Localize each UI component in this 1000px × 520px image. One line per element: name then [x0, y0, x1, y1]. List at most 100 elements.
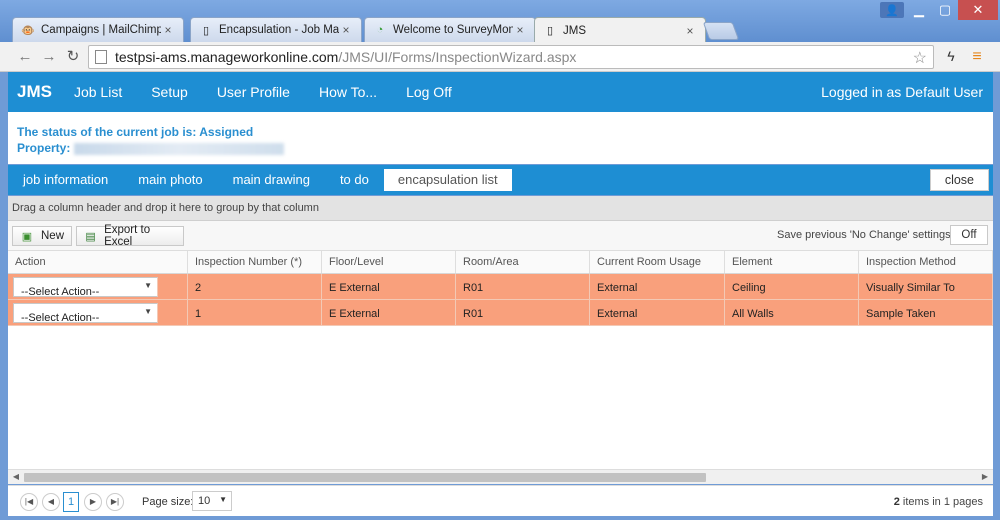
forward-arrow-icon[interactable]: → — [40, 48, 58, 66]
inspection-number-cell: 1 — [188, 300, 322, 325]
room-cell: R01 — [456, 300, 590, 325]
logged-in-user: Logged in as Default User — [821, 84, 983, 100]
action-select[interactable]: --Select Action-- ▼ — [13, 303, 158, 323]
page-number-current[interactable]: 1 — [63, 492, 79, 512]
export-button-label: Export to Excel — [104, 224, 151, 248]
nav-log-off[interactable]: Log Off — [406, 84, 452, 100]
inspection-number-cell: 2 — [188, 274, 322, 299]
tab-job-information[interactable]: job information — [8, 169, 123, 191]
items-count: 2 — [893, 496, 900, 508]
tab-main-photo[interactable]: main photo — [123, 169, 217, 191]
action-select-value: --Select Action-- — [21, 286, 100, 297]
new-button[interactable]: ▣ New — [12, 226, 72, 246]
page-icon: ▯ — [546, 25, 554, 37]
new-button-label: New — [41, 230, 65, 242]
column-header-floor-level[interactable]: Floor/Level — [322, 251, 456, 273]
floor-cell: E External — [322, 274, 456, 299]
browser-tab-encapsulation[interactable]: ▯ Encapsulation - Job Mana × — [190, 17, 362, 42]
grid-header: Action Inspection Number (*) Floor/Level… — [8, 251, 993, 274]
add-record-icon: ▣ — [21, 230, 33, 243]
star-icon[interactable]: ☆ — [913, 48, 927, 68]
scrollbar-thumb[interactable] — [24, 473, 706, 482]
job-status-text: The status of the current job is: Assign… — [17, 125, 254, 139]
usage-cell: External — [590, 274, 725, 299]
column-header-room-area[interactable]: Room/Area — [456, 251, 590, 273]
browser-toolbar: ← → ↻ testpsi-ams.manageworkonline.com/J… — [0, 42, 1000, 72]
lightning-icon[interactable]: ϟ — [942, 48, 960, 64]
items-text: items in 1 pages — [902, 496, 983, 508]
url-path: /JMS/UI/Forms/InspectionWizard.aspx — [338, 49, 577, 65]
close-icon[interactable]: × — [161, 23, 175, 37]
column-header-inspection-number[interactable]: Inspection Number (*) — [188, 251, 322, 273]
app-brand[interactable]: JMS — [17, 82, 52, 102]
url-host: testpsi-ams.manageworkonline.com — [115, 49, 339, 65]
excel-icon: ▤ — [85, 230, 96, 243]
column-header-action[interactable]: Action — [8, 251, 188, 273]
tab-main-drawing[interactable]: main drawing — [218, 169, 325, 191]
browser-tabstrip: 🐵 Campaigns | MailChimp × ▯ Encapsulatio… — [0, 0, 1000, 43]
save-no-change-label: Save previous 'No Change' settings: — [777, 229, 954, 241]
first-page-icon[interactable]: |◀ — [20, 493, 38, 511]
window-frame-bottom — [0, 516, 1000, 520]
reload-icon[interactable]: ↻ — [64, 48, 82, 66]
group-drop-panel[interactable]: Drag a column header and drop it here to… — [8, 196, 993, 221]
user-icon[interactable]: 👤 — [880, 2, 904, 18]
minimize-button[interactable]: ▁ — [906, 0, 932, 20]
tab-encapsulation-list[interactable]: encapsulation list — [383, 169, 512, 191]
nav-setup[interactable]: Setup — [151, 84, 188, 100]
chevron-down-icon: ▼ — [144, 281, 152, 290]
action-cell: --Select Action-- ▼ — [8, 274, 188, 299]
chevron-down-icon: ▼ — [219, 495, 227, 504]
horizontal-scrollbar[interactable]: ◀ ▶ — [8, 469, 993, 484]
scroll-right-icon[interactable]: ▶ — [979, 472, 991, 481]
menu-icon[interactable]: ≡ — [968, 48, 986, 66]
mailchimp-icon: 🐵 — [21, 24, 35, 37]
action-cell: --Select Action-- ▼ — [8, 300, 188, 325]
nav-how-to[interactable]: How To... — [319, 84, 377, 100]
browser-tab-jms[interactable]: ▯ JMS × — [534, 17, 706, 43]
new-tab-button[interactable] — [702, 22, 740, 40]
back-arrow-icon[interactable]: ← — [16, 48, 34, 66]
close-icon[interactable]: × — [513, 23, 527, 37]
property-label: Property: — [17, 141, 71, 155]
last-page-icon[interactable]: ▶| — [106, 493, 124, 511]
export-excel-button[interactable]: ▤ Export to Excel — [76, 224, 184, 248]
method-cell: Sample Taken — [859, 300, 993, 325]
nav-job-list[interactable]: Job List — [74, 84, 122, 100]
column-header-element[interactable]: Element — [725, 251, 859, 273]
close-icon[interactable]: × — [339, 23, 353, 37]
column-header-room-usage[interactable]: Current Room Usage — [590, 251, 725, 273]
tab-title: Campaigns | MailChimp — [41, 24, 161, 36]
grid-toolbar: ▣ New ▤ Export to Excel Save previous 'N… — [8, 221, 993, 251]
nav-user-profile[interactable]: User Profile — [217, 84, 290, 100]
table-row[interactable]: --Select Action-- ▼ 2 E External R01 Exte… — [8, 274, 993, 300]
previous-page-icon[interactable]: ◀ — [42, 493, 60, 511]
surveymonkey-icon: ◔ — [376, 24, 384, 36]
browser-tab-surveymonkey[interactable]: ◔ Welcome to SurveyMonke × — [364, 17, 536, 42]
tab-title: Welcome to SurveyMonke — [393, 24, 513, 36]
job-subtabs: job information main photo main drawing … — [8, 165, 993, 195]
page-size-select[interactable]: 10 ▼ — [192, 491, 232, 511]
next-page-icon[interactable]: ▶ — [84, 493, 102, 511]
window-close-button[interactable]: ✕ — [958, 0, 998, 20]
app-header: JMS Job List Setup User Profile How To..… — [8, 72, 993, 112]
scroll-left-icon[interactable]: ◀ — [10, 472, 22, 481]
no-change-toggle[interactable]: Off — [950, 225, 988, 245]
close-button[interactable]: close — [929, 169, 989, 191]
page-icon — [95, 50, 107, 64]
browser-tab-mailchimp[interactable]: 🐵 Campaigns | MailChimp × — [12, 17, 184, 42]
chevron-down-icon: ▼ — [144, 307, 152, 316]
column-header-inspection-method[interactable]: Inspection Method — [859, 251, 993, 273]
action-select-value: --Select Action-- — [21, 312, 100, 323]
close-icon[interactable]: × — [683, 24, 697, 38]
address-bar[interactable]: testpsi-ams.manageworkonline.com/JMS/UI/… — [88, 45, 934, 69]
floor-cell: E External — [322, 300, 456, 325]
tab-title: JMS — [563, 24, 586, 37]
action-select[interactable]: --Select Action-- ▼ — [13, 277, 158, 297]
page-size-label: Page size: — [142, 496, 194, 508]
table-row[interactable]: --Select Action-- ▼ 1 E External R01 Exte… — [8, 300, 993, 326]
maximize-button[interactable]: ▢ — [932, 0, 958, 20]
inspection-grid: Action Inspection Number (*) Floor/Level… — [8, 251, 993, 469]
room-cell: R01 — [456, 274, 590, 299]
tab-to-do[interactable]: to do — [325, 169, 384, 191]
